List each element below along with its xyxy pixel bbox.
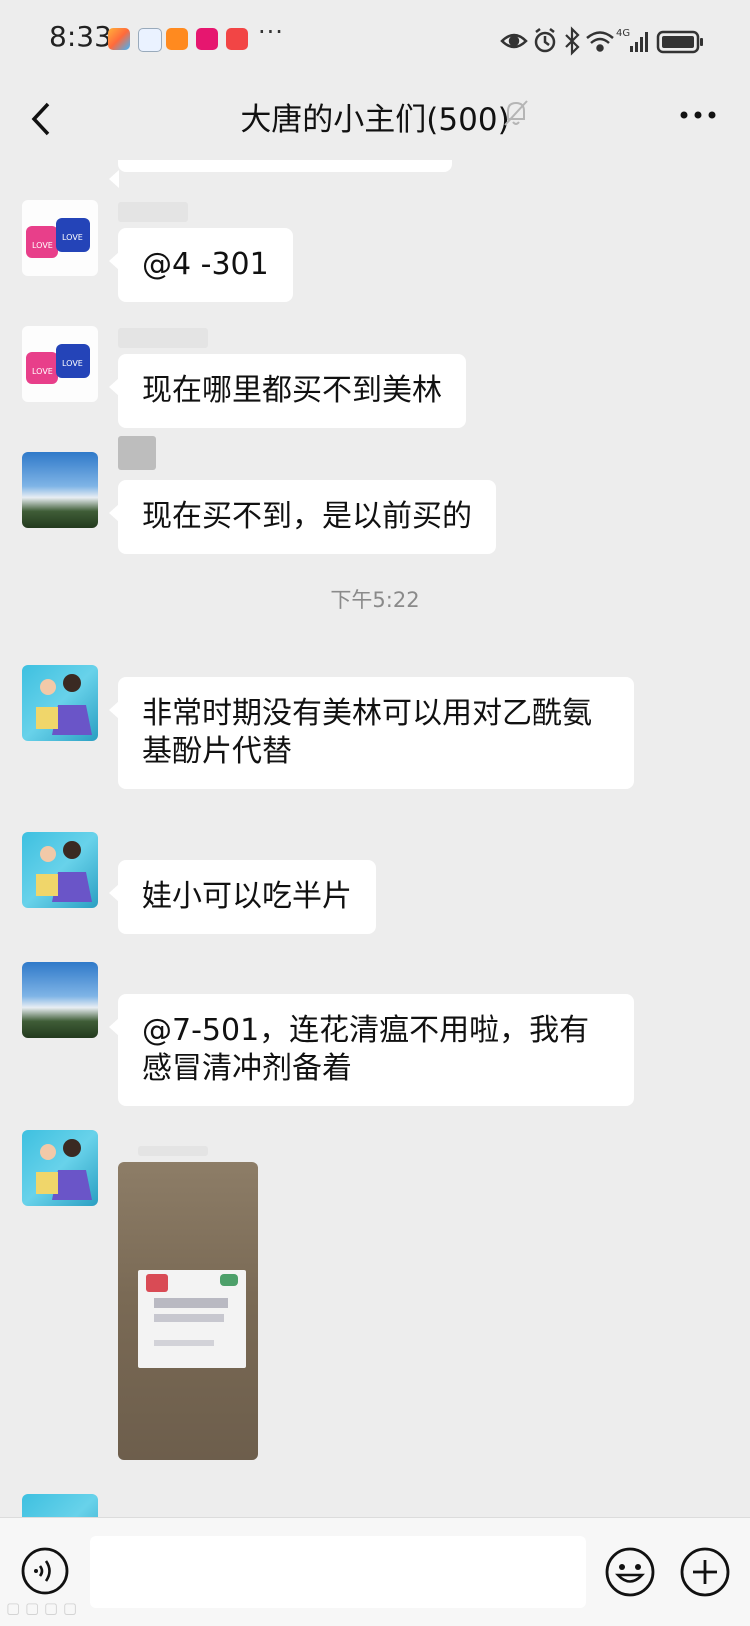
message-bubble[interactable]: @7-501，连花清瘟不用啦，我有 感冒清冲剂备着 (109, 994, 634, 1106)
emoji-icon[interactable] (604, 1546, 656, 1598)
music-app-icon (138, 28, 162, 52)
store-app-icon (226, 28, 248, 50)
app-notification-icon (108, 28, 130, 50)
box-logo-green (220, 1274, 238, 1286)
kids-avatar[interactable] (22, 832, 98, 908)
status-bar: 8:33 ··· 4G (0, 0, 750, 82)
more-dots-icon[interactable] (678, 100, 718, 130)
chat-header: 大唐的小主们(500) (0, 82, 750, 160)
kids-avatar-image (36, 674, 92, 735)
message-bubble-partial[interactable] (109, 160, 452, 188)
sender-name (118, 202, 188, 222)
time-divider: 下午5:22 (330, 588, 420, 612)
status-time: 8:33 (49, 20, 112, 53)
dice-avatar[interactable]: LOVE LOVE (22, 200, 98, 276)
dice-avatar[interactable]: LOVE LOVE (22, 326, 98, 402)
message-text: 非常时期没有美林可以用对乙酰氨 基酚片代替 (142, 696, 592, 769)
dice-avatar-image: LOVE LOVE (26, 344, 90, 384)
battery-icon (656, 30, 703, 54)
voice-icon[interactable] (20, 1546, 70, 1596)
input-bar (0, 1517, 750, 1626)
bluetooth-icon (565, 26, 580, 56)
sky-avatar[interactable] (22, 962, 98, 1038)
alarm-icon (534, 28, 556, 53)
sender-name (118, 436, 156, 470)
dice-avatar-image: LOVE LOVE (26, 218, 90, 258)
network-type: 4G (616, 28, 630, 39)
wifi-icon (586, 31, 614, 52)
sender-name (138, 1146, 208, 1156)
message-text: @7-501，连花清瘟不用啦，我有 感冒清冲剂备着 (142, 1013, 590, 1086)
svg-text:LOVE: LOVE (62, 359, 83, 368)
svg-text:LOVE: LOVE (32, 367, 53, 376)
bell-off-icon (504, 100, 528, 126)
signal-icon (630, 32, 648, 52)
message-bubble[interactable]: 现在哪里都买不到美林 (109, 354, 466, 428)
kids-avatar-image (36, 841, 92, 902)
system-status-icons: 4G (500, 26, 703, 56)
watermark: ▢ ▢ ▢ ▢ (6, 1599, 77, 1617)
eye-icon (500, 33, 528, 49)
box-logo-red (146, 1274, 168, 1292)
kids-avatar[interactable] (22, 1494, 98, 1517)
plus-icon[interactable] (679, 1546, 731, 1598)
svg-text:LOVE: LOVE (62, 233, 83, 242)
message-list[interactable]: LOVE LOVE @4 -301 LOVE LOVE 现在哪里都买不到美林 现… (0, 160, 750, 1517)
chat-title[interactable]: 大唐的小主们(500) (0, 94, 750, 139)
box-text-line (154, 1340, 214, 1346)
box-text-line (154, 1314, 224, 1322)
svg-text:LOVE: LOVE (32, 241, 53, 250)
sky-avatar[interactable] (22, 452, 98, 528)
status-overflow-dots: ··· (258, 18, 284, 46)
video-app-icon (166, 28, 188, 50)
message-bubble[interactable]: 娃小可以吃半片 (109, 860, 376, 934)
message-bubble[interactable]: @4 -301 (109, 228, 293, 302)
message-bubble[interactable]: 现在买不到，是以前买的 (109, 480, 496, 554)
message-image[interactable] (118, 1162, 258, 1460)
kids-avatar[interactable] (22, 665, 98, 741)
medicine-box (138, 1270, 246, 1368)
message-bubble[interactable]: 非常时期没有美林可以用对乙酰氨 基酚片代替 (109, 677, 634, 789)
box-text-line (154, 1298, 228, 1308)
message-input[interactable] (90, 1536, 586, 1608)
shop-app-icon (196, 28, 218, 50)
sender-name (118, 328, 208, 348)
kids-avatar-image (36, 1139, 92, 1200)
kids-avatar[interactable] (22, 1130, 98, 1206)
